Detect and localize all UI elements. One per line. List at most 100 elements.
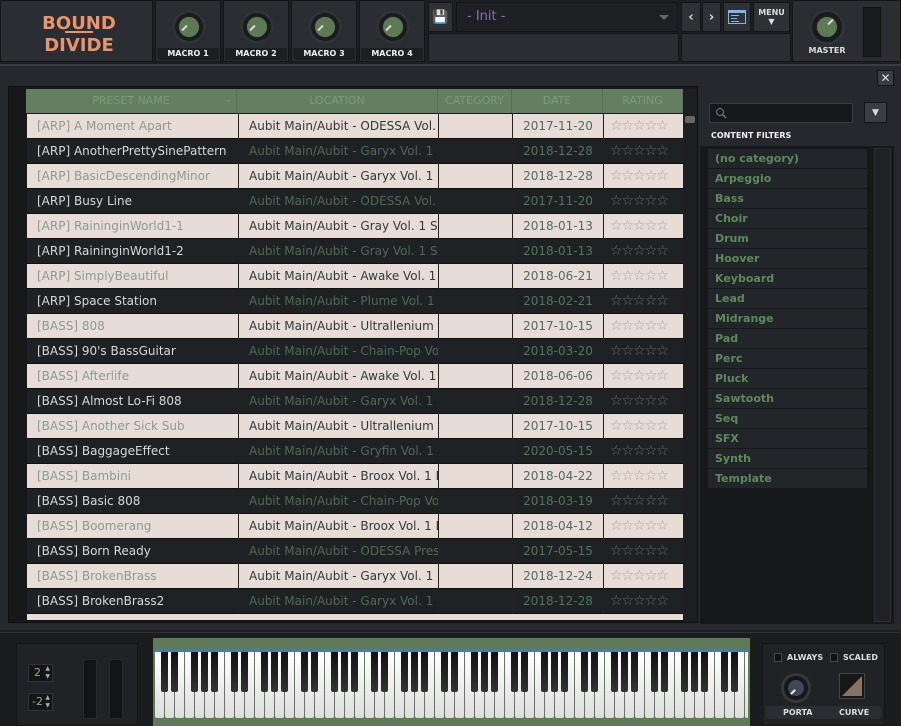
rating-stars[interactable]: ☆☆☆☆☆ <box>603 439 683 464</box>
rating-stars[interactable]: ☆☆☆☆☆ <box>603 414 683 439</box>
black-key[interactable] <box>541 652 548 692</box>
column-header-category[interactable]: CATEGORY <box>438 89 512 113</box>
black-key[interactable] <box>681 652 688 692</box>
pitch-bend-down-stepper[interactable]: -2 ▲ ▼ <box>28 693 53 711</box>
column-header-location[interactable]: LOCATION <box>237 89 438 113</box>
black-key[interactable] <box>651 652 658 692</box>
black-key[interactable] <box>551 652 558 692</box>
preset-browser-button[interactable] <box>723 2 751 32</box>
table-row[interactable]: [BASS] BaggageEffect Aubit Main/Aubit - G… <box>27 439 683 464</box>
rating-stars[interactable]: ☆☆☆☆☆ <box>603 139 683 164</box>
table-row[interactable]: [ARP] RaininginWorld1-2 Aubit Main/Aubit … <box>27 239 683 264</box>
black-key[interactable] <box>271 652 278 692</box>
black-key[interactable] <box>281 652 288 692</box>
table-row[interactable]: [BASS] Bambini Aubit Main/Aubit - Broox V… <box>27 464 683 489</box>
filter-item[interactable]: Perc <box>708 349 867 368</box>
black-key[interactable] <box>231 652 238 692</box>
macro-knob[interactable] <box>376 10 410 44</box>
black-key[interactable] <box>371 652 378 692</box>
black-key[interactable] <box>261 652 268 692</box>
table-row[interactable]: [BASS] Born Ready Aubit Main/Aubit - ODES… <box>27 539 683 564</box>
table-row[interactable] <box>27 614 683 621</box>
black-key[interactable] <box>451 652 458 692</box>
preset-dropdown[interactable]: - Init - <box>456 2 678 32</box>
black-key[interactable] <box>191 652 198 692</box>
always-checkbox[interactable] <box>774 653 782 662</box>
black-key[interactable] <box>201 652 208 692</box>
column-header-date[interactable]: DATE <box>512 89 603 113</box>
macro-knob[interactable] <box>172 10 206 44</box>
filter-item[interactable]: Sawtooth <box>708 389 867 408</box>
scaled-checkbox[interactable] <box>830 653 838 662</box>
rating-stars[interactable]: ☆☆☆☆☆ <box>603 489 683 514</box>
table-row[interactable]: [BASS] Basic 808 Aubit Main/Aubit - Chain… <box>27 489 683 514</box>
filter-item[interactable]: Midrange <box>708 309 867 328</box>
black-key[interactable] <box>331 652 338 692</box>
black-key[interactable] <box>481 652 488 692</box>
macro-knob[interactable] <box>308 10 342 44</box>
column-header-preset-name[interactable]: PRESET NAME ⌄ <box>26 89 237 113</box>
black-key[interactable] <box>311 652 318 692</box>
rating-stars[interactable]: ☆☆☆☆☆ <box>603 339 683 364</box>
rating-stars[interactable]: ☆☆☆☆☆ <box>603 514 683 539</box>
black-key[interactable] <box>341 652 348 692</box>
black-key[interactable] <box>421 652 428 692</box>
black-key[interactable] <box>171 652 178 692</box>
table-row[interactable]: [ARP] Space Station Aubit Main/Aubit - Pl… <box>27 289 683 314</box>
mod-wheel[interactable] <box>109 659 123 719</box>
black-key[interactable] <box>621 652 628 692</box>
macro-knob[interactable] <box>240 10 274 44</box>
black-key[interactable] <box>211 652 218 692</box>
table-row[interactable]: [BASS] 808 Aubit Main/Aubit - Ultralleniu… <box>27 314 683 339</box>
black-key[interactable] <box>241 652 248 692</box>
black-key[interactable] <box>611 652 618 692</box>
curve-display[interactable] <box>839 673 865 699</box>
table-row[interactable]: [BASS] Boomerang Aubit Main/Aubit - Broox… <box>27 514 683 539</box>
filter-item[interactable]: Pluck <box>708 369 867 388</box>
table-row[interactable]: [BASS] Another Sick Sub Aubit Main/Aubit … <box>27 414 683 439</box>
filter-item[interactable]: Seq <box>708 409 867 428</box>
black-key[interactable] <box>561 652 568 692</box>
filter-item[interactable]: (no category) <box>708 149 867 168</box>
filter-item[interactable]: Template <box>708 469 867 488</box>
master-knob[interactable] <box>809 9 845 45</box>
menu-button[interactable]: MENU ▼ <box>753 2 790 32</box>
rating-stars[interactable]: ☆☆☆☆☆ <box>603 264 683 289</box>
rating-stars[interactable]: ☆☆☆☆☆ <box>603 114 683 139</box>
table-row[interactable]: [BASS] 90's BassGuitar Aubit Main/Aubit -… <box>27 339 683 364</box>
search-input[interactable] <box>709 103 853 123</box>
black-key[interactable] <box>491 652 498 692</box>
porta-knob[interactable] <box>781 673 811 703</box>
table-row[interactable]: [ARP] SimplyBeautiful Aubit Main/Aubit - … <box>27 264 683 289</box>
next-preset-button[interactable]: › <box>702 2 721 32</box>
filter-item[interactable]: Hoover <box>708 249 867 268</box>
table-row[interactable]: [ARP] AnotherPrettySinePattern Aubit Main… <box>27 139 683 164</box>
black-key[interactable] <box>301 652 308 692</box>
rating-stars[interactable]: ☆☆☆☆☆ <box>603 539 683 564</box>
black-key[interactable] <box>351 652 358 692</box>
black-key[interactable] <box>731 652 738 692</box>
rating-stars[interactable]: ☆☆☆☆☆ <box>603 314 683 339</box>
table-scrollbar[interactable] <box>683 89 697 622</box>
filter-item[interactable]: Bass <box>708 189 867 208</box>
filter-item[interactable]: Pad <box>708 329 867 348</box>
close-browser-button[interactable]: ✕ <box>877 70 894 86</box>
black-key[interactable] <box>661 652 668 692</box>
black-key[interactable] <box>471 652 478 692</box>
scrollbar-thumb[interactable] <box>685 116 695 123</box>
table-row[interactable]: [ARP] RaininginWorld1-1 Aubit Main/Aubit … <box>27 214 683 239</box>
filter-item[interactable]: Choir <box>708 209 867 228</box>
rating-stars[interactable]: ☆☆☆☆☆ <box>603 564 683 589</box>
piano-keyboard[interactable] <box>153 638 750 726</box>
previous-preset-button[interactable]: ‹ <box>681 2 701 32</box>
rating-stars[interactable]: ☆☆☆☆☆ <box>603 289 683 314</box>
rating-stars[interactable]: ☆☆☆☆☆ <box>603 589 683 614</box>
black-key[interactable] <box>401 652 408 692</box>
table-row[interactable]: [ARP] A Moment Apart Aubit Main/Aubit - O… <box>27 114 683 139</box>
filter-item[interactable]: Arpeggio <box>708 169 867 188</box>
white-key[interactable] <box>745 652 748 718</box>
save-button[interactable]: 💾 <box>428 2 453 32</box>
filter-item[interactable]: Drum <box>708 229 867 248</box>
table-row[interactable]: [ARP] Busy Line Aubit Main/Aubit - ODESSA… <box>27 189 683 214</box>
rating-stars[interactable]: ☆☆☆☆☆ <box>603 214 683 239</box>
